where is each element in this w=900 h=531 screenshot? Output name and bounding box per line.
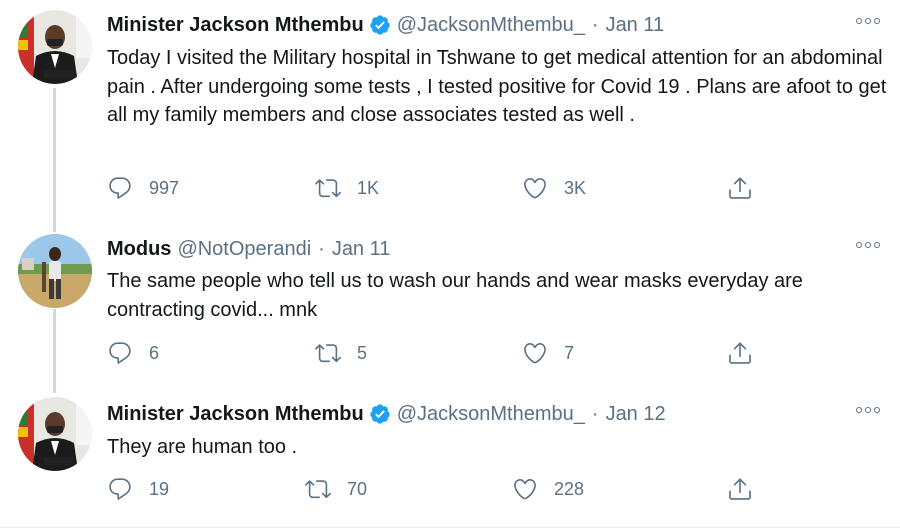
retweet-icon	[315, 179, 341, 198]
reply-icon	[109, 478, 131, 500]
verified-badge-icon	[369, 403, 391, 425]
reply-button[interactable]: 997	[107, 175, 179, 201]
tweet[interactable]: Modus @NotOperandi · Jan 11 The same peo…	[0, 225, 900, 393]
more-options-icon[interactable]	[856, 18, 880, 24]
tweet-text: The same people who tell us to wash our …	[107, 270, 803, 321]
heart-icon	[524, 177, 546, 199]
separator-dot: ·	[318, 238, 325, 260]
share-button[interactable]	[727, 175, 753, 201]
heart-icon	[524, 342, 546, 364]
retweet-count: 1K	[357, 177, 380, 198]
like-button[interactable]: 228	[512, 476, 584, 502]
reply-icon	[109, 342, 131, 364]
tweet[interactable]: Minister Jackson Mthembu @JacksonMthembu…	[0, 391, 900, 531]
tweet-actions: 19 70 228	[107, 476, 767, 504]
retweet-count: 70	[347, 478, 368, 499]
reply-count: 6	[149, 342, 160, 363]
like-count: 7	[564, 342, 575, 363]
separator-dot: ·	[591, 14, 599, 36]
tweet-header: Modus @NotOperandi · Jan 11	[107, 236, 390, 262]
reply-button[interactable]: 6	[107, 340, 159, 366]
avatar[interactable]	[18, 397, 92, 471]
like-button[interactable]: 3K	[522, 175, 586, 201]
tweet-actions: 997 1K 3K	[107, 175, 767, 203]
retweet-icon	[315, 344, 341, 363]
display-name[interactable]: Minister Jackson Mthembu	[107, 12, 364, 38]
separator-dot: ·	[591, 403, 599, 425]
like-button[interactable]: 7	[522, 340, 574, 366]
tweet[interactable]: Minister Jackson Mthembu @JacksonMthembu…	[0, 0, 900, 232]
share-icon	[729, 478, 751, 500]
more-options-icon[interactable]	[856, 407, 880, 413]
user-handle[interactable]: @JacksonMthembu_	[397, 401, 585, 427]
retweet-button[interactable]: 1K	[315, 175, 379, 201]
tweet-date[interactable]: Jan 12	[606, 401, 666, 427]
retweet-button[interactable]: 5	[315, 340, 367, 366]
tweet-thread: Minister Jackson Mthembu @JacksonMthembu…	[0, 0, 900, 531]
share-button[interactable]	[727, 340, 753, 366]
like-count: 228	[554, 478, 585, 499]
retweet-button[interactable]: 70	[305, 476, 367, 502]
verified-badge-icon	[369, 14, 391, 36]
user-handle[interactable]: @JacksonMthembu_	[397, 12, 585, 38]
thread-connector	[53, 88, 56, 232]
tweet-text: Today I visited the Military hospital in…	[107, 47, 887, 126]
share-icon	[729, 342, 751, 364]
thread-connector	[53, 309, 56, 393]
share-icon	[729, 177, 751, 199]
tweet-date[interactable]: Jan 11	[332, 236, 391, 262]
tweet-text: They are human too .	[107, 436, 298, 458]
reply-icon	[109, 177, 131, 199]
tweet-header: Minister Jackson Mthembu @JacksonMthembu…	[107, 12, 664, 38]
retweet-count: 5	[357, 342, 368, 363]
reply-button[interactable]: 19	[107, 476, 169, 502]
tweet-date[interactable]: Jan 11	[606, 12, 665, 38]
retweet-icon	[305, 480, 331, 499]
display-name[interactable]: Modus	[107, 236, 171, 262]
more-options-icon[interactable]	[856, 242, 880, 248]
avatar[interactable]	[18, 10, 92, 84]
tweet-header: Minister Jackson Mthembu @JacksonMthembu…	[107, 401, 666, 427]
share-button[interactable]	[727, 476, 753, 502]
like-count: 3K	[564, 177, 587, 198]
tweet-actions: 6 5 7	[107, 340, 767, 368]
reply-count: 997	[149, 177, 180, 198]
display-name[interactable]: Minister Jackson Mthembu	[107, 401, 364, 427]
user-handle[interactable]: @NotOperandi	[177, 236, 311, 262]
reply-count: 19	[149, 478, 170, 499]
heart-icon	[514, 478, 536, 500]
divider	[0, 527, 900, 528]
avatar[interactable]	[18, 234, 92, 308]
